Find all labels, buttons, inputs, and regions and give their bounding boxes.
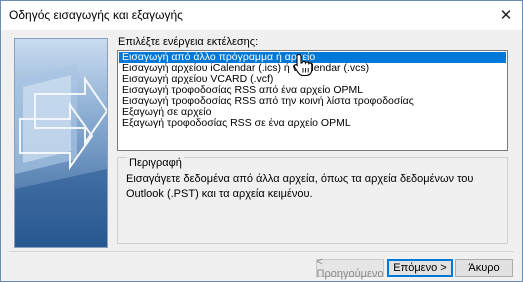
description-group: Περιγραφή Εισαγάγετε δεδομένα από άλλα α… <box>117 157 508 244</box>
window-title: Οδηγός εισαγωγής και εξαγωγής <box>9 8 183 22</box>
footer-separator <box>9 251 514 252</box>
cancel-button[interactable]: Άκυρο <box>455 259 513 277</box>
close-icon: ✕ <box>499 7 513 24</box>
wizard-banner-image <box>14 38 108 248</box>
list-item-export-rss-opml[interactable]: Εξαγωγή τροφοδοσίας RSS σε ένα αρχείο OP… <box>118 118 507 129</box>
back-button[interactable]: < Προηγούμενο <box>316 256 384 280</box>
next-button[interactable]: Επόμενο > <box>387 259 453 277</box>
close-button[interactable]: ✕ <box>496 6 516 24</box>
action-list-label: Επιλέξτε ενέργεια εκτέλεσης: <box>118 36 259 48</box>
hand-pointer-cursor-icon <box>293 53 313 77</box>
import-export-arrows-icon <box>15 39 107 247</box>
description-text: Εισαγάγετε δεδομένα από άλλα αρχεία, όπω… <box>126 173 474 200</box>
title-bar: Οδηγός εισαγωγής και εξαγωγής ✕ <box>1 1 522 30</box>
description-legend: Περιγραφή <box>127 157 184 169</box>
import-export-wizard-window: Οδηγός εισαγωγής και εξαγωγής ✕ Επιλέξτε… <box>0 0 523 282</box>
